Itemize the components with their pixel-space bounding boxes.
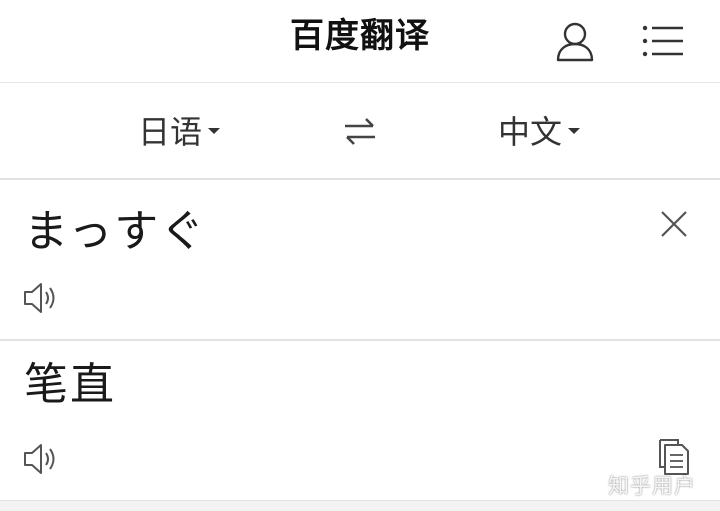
copy-icon [659, 439, 689, 475]
menu-button[interactable] [640, 18, 686, 64]
header: 百度翻译 [0, 0, 720, 83]
watermark: 知乎用户 [608, 474, 696, 498]
caret-down-icon [208, 128, 221, 134]
speaker-icon [24, 283, 55, 313]
swap-arrows-icon [345, 118, 375, 145]
source-language-label: 日语 [138, 113, 203, 151]
translate-app: 百度翻译 日语 中文 まっすぐ 笔直 知乎用户 [0, 0, 720, 511]
user-button[interactable] [552, 18, 598, 64]
target-language-label: 中文 [498, 113, 563, 151]
swap-languages-button[interactable] [340, 111, 380, 151]
copy-button[interactable] [654, 437, 694, 477]
app-title: 百度翻译 [290, 16, 430, 56]
result-text: 笔直 [24, 359, 116, 410]
source-language-select[interactable]: 日语 [138, 105, 221, 155]
target-language-select[interactable]: 中文 [498, 105, 581, 155]
source-panel: まっすぐ [0, 180, 720, 341]
source-text[interactable]: まっすぐ [24, 204, 206, 260]
speaker-icon [24, 444, 55, 474]
source-speaker-button[interactable] [22, 280, 62, 316]
clear-button[interactable] [654, 204, 694, 244]
close-icon [661, 211, 687, 237]
caret-down-icon [568, 128, 581, 134]
menu-icon [642, 25, 683, 57]
bottom-strip [0, 501, 720, 511]
result-speaker-button[interactable] [22, 441, 62, 477]
language-bar: 日语 中文 [0, 83, 720, 180]
user-icon [556, 22, 594, 62]
